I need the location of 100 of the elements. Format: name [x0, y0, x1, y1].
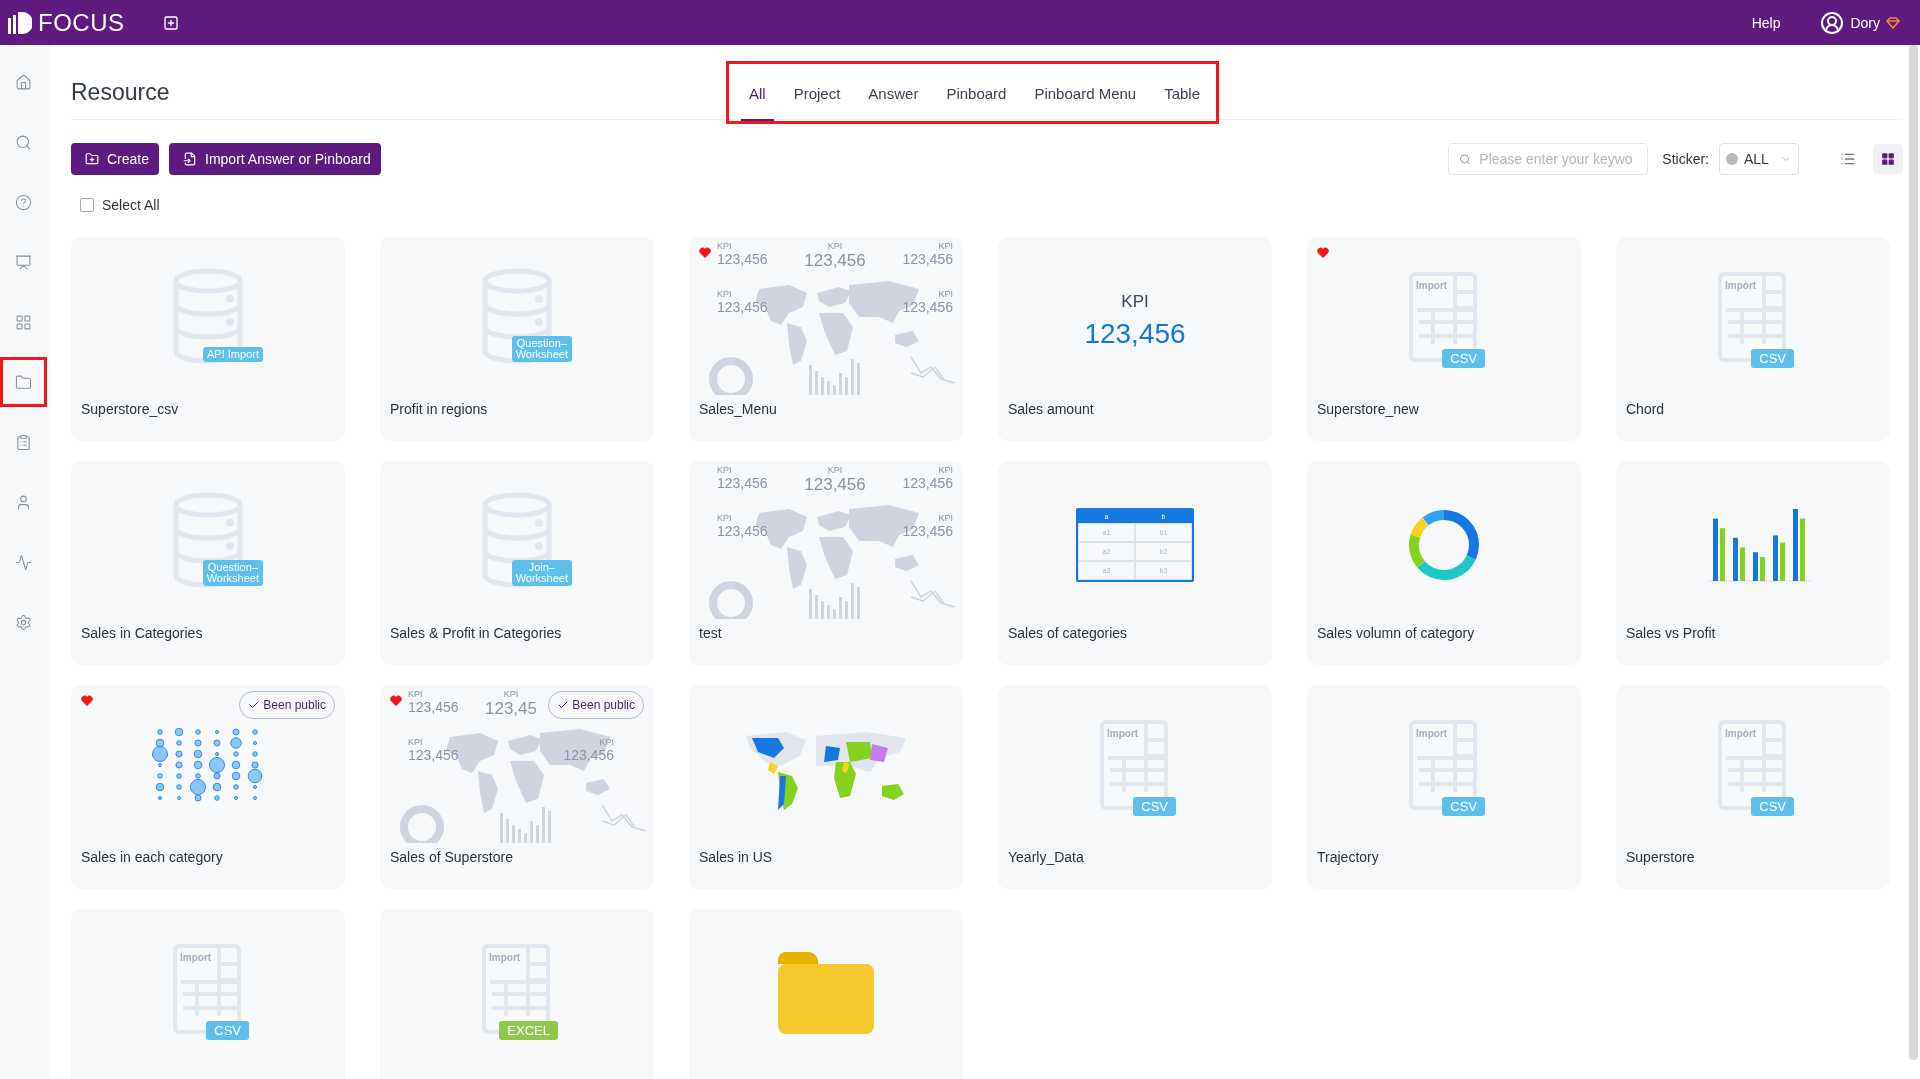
kpi-label: KPI [717, 465, 732, 475]
resource-card[interactable]: Been public Sales in each category [71, 685, 345, 889]
resource-card[interactable]: Import CSV Chord [1616, 237, 1890, 441]
user-name[interactable]: Dory [1850, 14, 1880, 31]
kpi-label: KPI [599, 737, 614, 747]
resource-card[interactable]: Sales volumn of category [1307, 461, 1581, 665]
badge: Question– Worksheet [202, 560, 263, 586]
folder-plus-icon [85, 152, 99, 166]
kpi-label: KPI [408, 737, 423, 747]
resource-card[interactable]: Join– Worksheet Sales & Profit in Categories [380, 461, 654, 665]
tab[interactable]: Pinboard [938, 63, 1015, 121]
check-icon [248, 699, 261, 711]
select-all-label[interactable]: Select All [102, 197, 160, 213]
kpi-value: 123,456 [1084, 318, 1186, 350]
kpi-label: KPI [938, 465, 953, 475]
logo-icon [8, 11, 32, 34]
sidebar-item[interactable] [0, 357, 47, 407]
kpi-value: 123,456 [902, 299, 953, 315]
resource-card[interactable]: Import CSV Trajectory [1307, 685, 1581, 889]
kpi-label: KPI [827, 465, 843, 475]
resource-card[interactable]: KPI 123,456 Sales amount [998, 237, 1272, 441]
resource-card[interactable]: API Import Superstore_csv [71, 237, 345, 441]
kpi-value: 123,456 [717, 523, 768, 539]
presentation-board-icon [15, 253, 32, 271]
diamond-icon [1886, 16, 1900, 29]
checkbox[interactable] [80, 198, 94, 212]
create-button[interactable]: Create [71, 143, 160, 175]
card-title: Sales amount [1007, 400, 1095, 417]
search-field[interactable]: Please enter your keywo [1448, 143, 1649, 175]
kpi-value: 123,456 [717, 299, 768, 315]
resource-card[interactable]: Been public KPI 123,456 KPI 123,45 KPI 123,456 KPI 123,456 Sales of Superstore [380, 685, 654, 889]
search-icon [1459, 151, 1472, 167]
sticker-select[interactable]: ALL [1719, 143, 1799, 175]
import-label: Import [1725, 280, 1757, 291]
tab[interactable]: Answer [860, 63, 927, 121]
tab[interactable]: Project [785, 63, 849, 121]
heart-icon[interactable] [81, 695, 93, 706]
kpi-label: KPI [1121, 292, 1149, 312]
card-title: Sales_Menu [698, 400, 778, 417]
heart-icon[interactable] [1317, 247, 1329, 258]
resource-card[interactable]: KPI 123,456 KPI 123,456 KPI 123,456 KPI 123,456 KPI 123,456 Sales_Menu [689, 237, 963, 441]
resource-card[interactable]: Sales in US [689, 685, 963, 889]
kpi-value: 123,456 [902, 475, 953, 491]
resource-card[interactable]: Sales vs Profit [1616, 461, 1890, 665]
kpi-label: KPI [717, 241, 732, 251]
resource-card[interactable]: KPI 123,456 KPI 123,456 KPI 123,456 KPI 123,456 KPI 123,456 test [689, 461, 963, 665]
import-button[interactable]: Import Answer or Pinboard [169, 143, 381, 175]
user-icon [15, 493, 32, 511]
kpi-value: 123,456 [408, 747, 459, 763]
public-badge: Been public [239, 691, 335, 719]
file-type-badge: CSV [1442, 797, 1485, 816]
resource-card[interactable]: Import CSV Superstore [1616, 685, 1890, 889]
import-label: Import [180, 952, 212, 963]
grid-view-button[interactable] [1873, 144, 1903, 174]
list-icon [1840, 151, 1856, 167]
page-title: Resource [71, 78, 171, 106]
badge: Question– Worksheet [511, 336, 572, 362]
card-title: Sales of Superstore [389, 848, 514, 865]
kpi-value: 123,45 [485, 699, 537, 719]
check-icon [557, 699, 570, 711]
tab[interactable]: Table [1156, 63, 1209, 121]
kpi-value: 123,456 [804, 251, 866, 271]
import-label: Import [1416, 728, 1448, 739]
card-title: Yearly_Data [1007, 848, 1085, 865]
settings-icon [15, 613, 32, 631]
add-icon[interactable] [162, 14, 179, 31]
user-avatar-icon[interactable] [1820, 10, 1845, 35]
search-icon [15, 133, 32, 151]
kpi-value: 123,456 [902, 523, 953, 539]
card-title: Superstore [1625, 848, 1696, 865]
tab[interactable]: All [741, 63, 774, 121]
import-icon [183, 152, 198, 166]
resource-card[interactable]: Import CSV Superstore_new [1307, 237, 1581, 441]
resource-card[interactable]: Question– Worksheet Profit in regions [380, 237, 654, 441]
card-title: Sales in Categories [80, 624, 204, 641]
heart-icon[interactable] [390, 695, 402, 706]
kpi-value: 123,456 [717, 251, 768, 267]
file-type-badge: CSV [1751, 349, 1794, 368]
kpi-label: KPI [938, 241, 953, 251]
heart-icon[interactable] [699, 247, 711, 258]
scrollbar[interactable] [1909, 45, 1918, 1060]
card-title: Superstore_new [1316, 400, 1420, 417]
home-icon [15, 73, 32, 91]
kpi-value: 123,456 [408, 699, 459, 715]
card-title: Chord [1625, 400, 1666, 417]
folder-icon [15, 373, 32, 391]
logo-text: FOCUS [38, 8, 125, 37]
card-title: Sales in each category [80, 848, 224, 865]
tab[interactable]: Pinboard Menu [1026, 63, 1145, 121]
resource-card[interactable]: Import CSV Yearly_Data [998, 685, 1272, 889]
help-link[interactable]: Help [1751, 14, 1781, 31]
card-title: Profit in regions [389, 400, 489, 417]
card-title: Sales in US [698, 848, 774, 865]
card-title: Superstore_csv [80, 400, 180, 417]
resource-card[interactable]: Question– Worksheet Sales in Categories [71, 461, 345, 665]
kpi-value: 123,456 [902, 251, 953, 267]
resource-card[interactable] [689, 909, 963, 1079]
badge: API Import [203, 347, 263, 362]
kpi-label: KPI [938, 289, 953, 299]
clipboard-icon [15, 433, 32, 451]
